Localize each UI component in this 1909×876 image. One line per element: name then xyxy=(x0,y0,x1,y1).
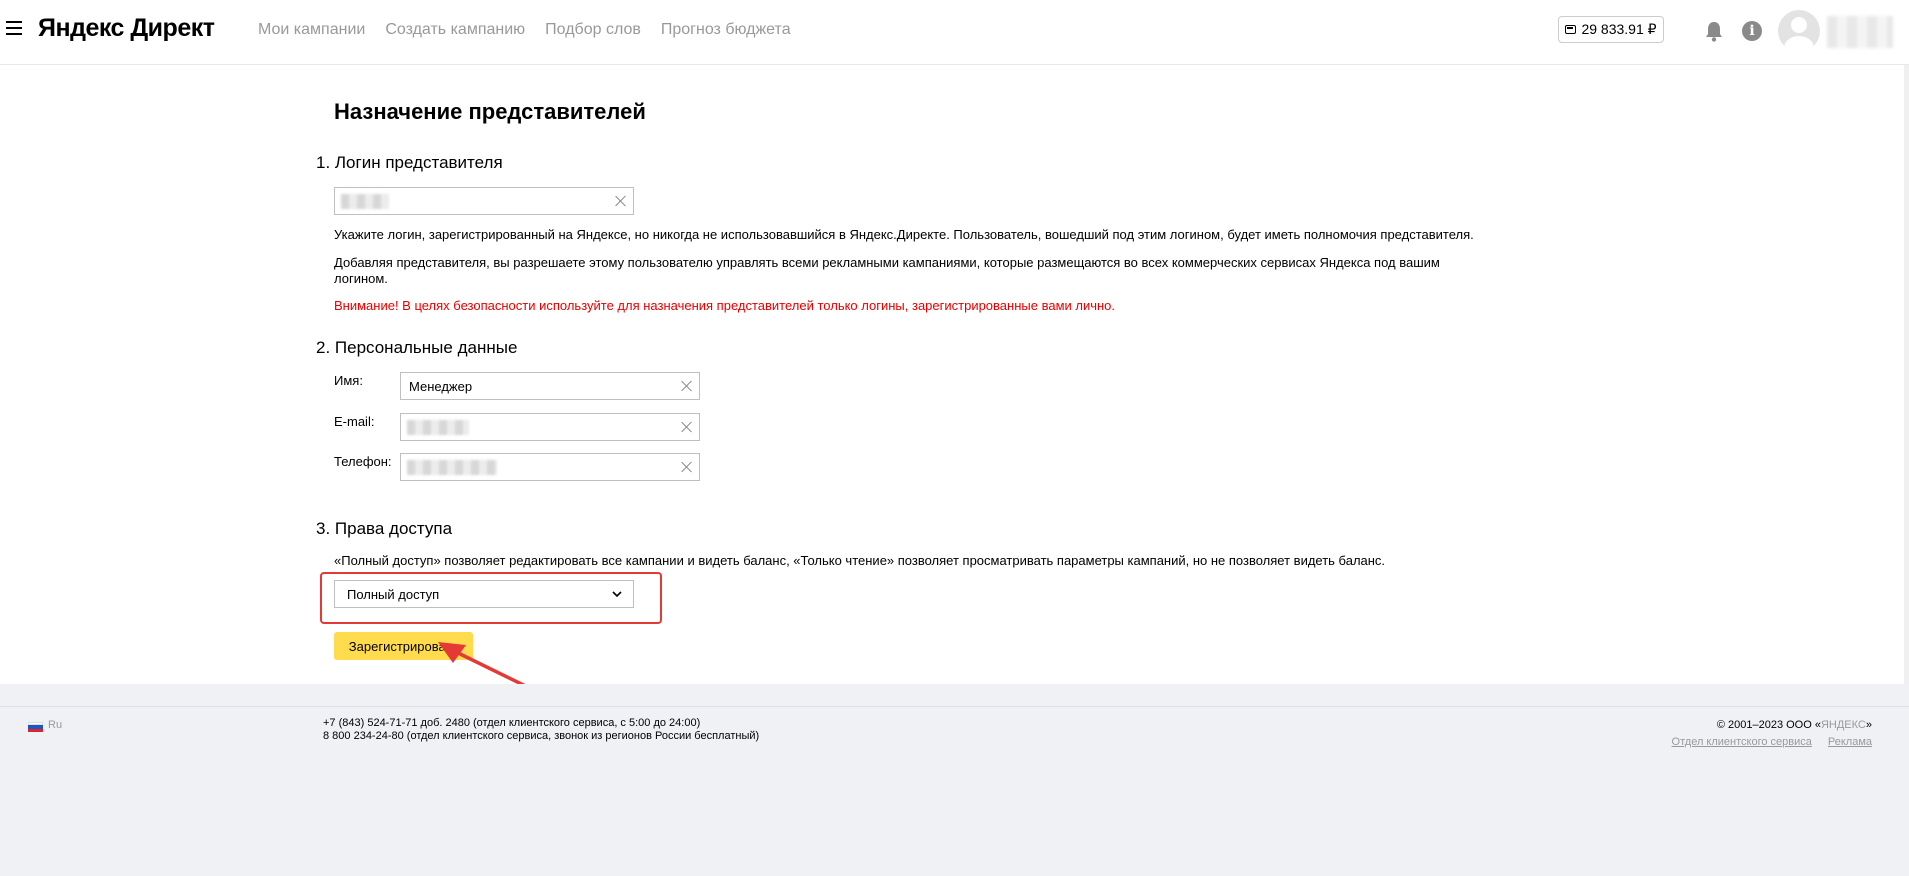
chevron-down-icon xyxy=(612,591,622,598)
email-value-blurred xyxy=(407,420,469,435)
access-level-select[interactable]: Полный доступ xyxy=(334,580,634,608)
link-advertising[interactable]: Реклама xyxy=(1828,736,1872,748)
info-icon[interactable]: i xyxy=(1742,21,1762,41)
avatar[interactable] xyxy=(1778,10,1820,52)
phone-value-blurred xyxy=(407,460,497,475)
email-input[interactable] xyxy=(400,413,700,441)
nav-budget-forecast[interactable]: Прогноз бюджета xyxy=(661,21,791,39)
balance-value: 29 833.91 ₽ xyxy=(1581,21,1657,37)
access-level-value: Полный доступ xyxy=(347,587,440,602)
nav-keyword-selection[interactable]: Подбор слов xyxy=(545,21,641,39)
balance-button[interactable]: 29 833.91 ₽ xyxy=(1558,16,1664,43)
clear-icon[interactable] xyxy=(681,461,693,473)
name-label: Имя: xyxy=(334,373,363,388)
username-blurred[interactable] xyxy=(1827,16,1893,48)
consent-hint: Добавляя представителя, вы разрешаете эт… xyxy=(334,255,1440,286)
language-switch[interactable]: Ru xyxy=(48,719,62,731)
register-button[interactable]: Зарегистрировать xyxy=(334,632,473,660)
clear-icon[interactable] xyxy=(681,421,693,433)
login-value-blurred xyxy=(341,194,389,209)
wallet-icon xyxy=(1565,25,1577,34)
clear-icon[interactable] xyxy=(681,380,693,392)
bell-icon[interactable] xyxy=(1704,20,1724,42)
clear-icon[interactable] xyxy=(615,195,627,207)
phone-label: Телефон: xyxy=(334,454,392,469)
main-nav: Мои кампании Создать кампанию Подбор сло… xyxy=(258,21,791,39)
email-label: E-mail: xyxy=(334,414,375,429)
link-client-service[interactable]: Отдел клиентского сервиса xyxy=(1672,736,1812,748)
footer: Ru +7 (843) 524-71-71 доб. 2480 (отдел к… xyxy=(0,684,1909,876)
phone-input[interactable] xyxy=(400,453,700,481)
section-access-title: 3. Права доступа xyxy=(316,519,453,538)
support-phones: +7 (843) 524-71-71 доб. 2480 (отдел клие… xyxy=(323,717,759,743)
top-header: Яндекс Директ Мои кампании Создать кампа… xyxy=(0,0,1909,65)
nav-create-campaign[interactable]: Создать кампанию xyxy=(385,21,525,39)
menu-icon[interactable] xyxy=(6,21,22,35)
ru-flag-icon xyxy=(28,722,43,732)
section-personal-title: 2. Персональные данные xyxy=(316,338,518,357)
copyright: © 2001–2023 ООО «ЯНДЕКС» xyxy=(1716,719,1872,731)
login-hint: Укажите логин, зарегистрированный на Янд… xyxy=(334,227,1474,242)
name-input[interactable]: Менеджер xyxy=(400,372,700,400)
footer-links: Отдел клиентского сервиса Реклама xyxy=(1672,736,1872,748)
scrollbar[interactable] xyxy=(1904,65,1909,685)
name-value: Менеджер xyxy=(409,379,473,394)
section-login-title: 1. Логин представителя xyxy=(316,153,503,172)
security-warning: Внимание! В целях безопасности используй… xyxy=(334,298,1116,313)
nav-my-campaigns[interactable]: Мои кампании xyxy=(258,21,365,39)
support-phone-1: +7 (843) 524-71-71 доб. 2480 (отдел клие… xyxy=(323,717,701,729)
yandex-link[interactable]: ЯНДЕКС xyxy=(1821,719,1866,731)
footer-divider xyxy=(0,706,1909,707)
login-input[interactable] xyxy=(334,187,634,215)
logo[interactable]: Яндекс Директ xyxy=(38,14,215,43)
support-phone-2: 8 800 234-24-80 (отдел клиентского серви… xyxy=(323,730,760,742)
page-title: Назначение представителей xyxy=(334,99,646,124)
access-hint: «Полный доступ» позволяет редактировать … xyxy=(334,553,1386,568)
